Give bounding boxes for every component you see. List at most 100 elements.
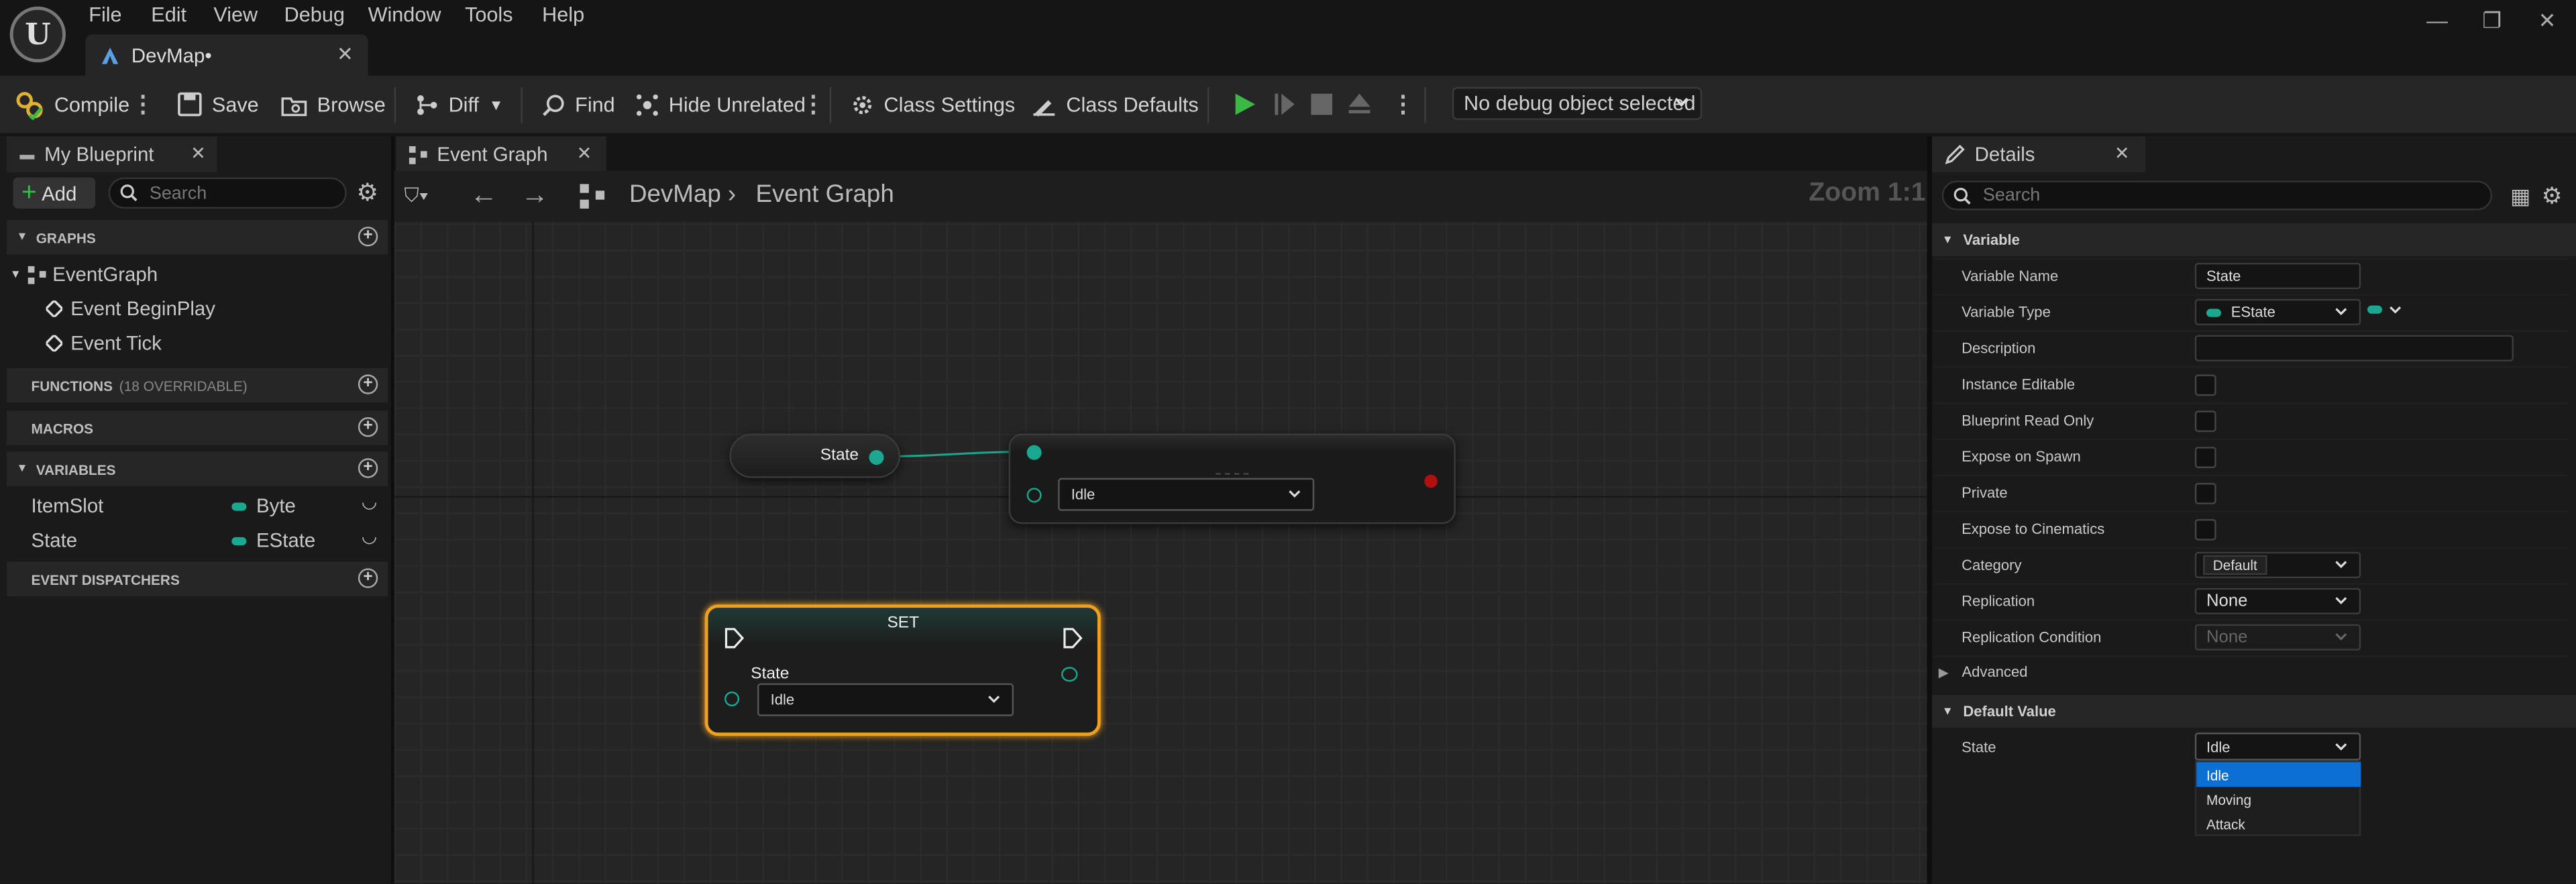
- exec-input-pin-icon[interactable]: [724, 628, 745, 649]
- settings-gear-icon[interactable]: ⚙: [356, 177, 378, 207]
- tab-details[interactable]: Details ✕: [1932, 136, 2146, 173]
- debug-object-select[interactable]: No debug object selected: [1452, 87, 1703, 120]
- add-button[interactable]: + Add: [13, 177, 96, 209]
- set-state-node[interactable]: SET State Idle: [704, 604, 1101, 736]
- expose-on-spawn-checkbox[interactable]: [2194, 447, 2216, 468]
- dropdown-option-idle[interactable]: Idle: [2196, 762, 2361, 787]
- add-dispatcher-icon[interactable]: +: [358, 568, 378, 588]
- replication-select[interactable]: None: [2194, 588, 2361, 614]
- settings-gear-icon[interactable]: ⚙: [2542, 182, 2563, 211]
- menu-debug[interactable]: Debug: [284, 3, 345, 26]
- visibility-eye-icon[interactable]: ◡: [362, 491, 378, 512]
- tree-item-eventgraph[interactable]: ▼ EventGraph: [10, 263, 158, 286]
- variables-section-header[interactable]: ▼ VARIABLES +: [6, 451, 388, 486]
- enum-node[interactable]: Idle: [1008, 433, 1456, 524]
- add-variable-icon[interactable]: +: [358, 458, 378, 478]
- restore-icon[interactable]: ❐: [2482, 8, 2502, 34]
- category-select[interactable]: Default: [2194, 551, 2361, 579]
- variable-section-header[interactable]: ▼ Variable: [1932, 223, 2576, 257]
- hide-unrelated-button[interactable]: Hide Unrelated: [636, 76, 806, 133]
- save-button[interactable]: Save: [177, 76, 259, 133]
- step-icon[interactable]: [1273, 92, 1296, 117]
- input-pin-icon[interactable]: [1026, 488, 1042, 503]
- add-graph-icon[interactable]: +: [358, 226, 378, 247]
- tab-event-graph[interactable]: Event Graph ✕: [396, 136, 606, 173]
- category-value: Default: [2203, 555, 2267, 575]
- event-graph-icon: [409, 145, 427, 164]
- forward-arrow-icon[interactable]: →: [521, 179, 549, 212]
- functions-section-header[interactable]: FUNCTIONS (18 OVERRIDABLE) +: [6, 368, 388, 403]
- table-view-icon[interactable]: ▦: [2510, 184, 2530, 210]
- variable-row-itemslot[interactable]: ItemSlot Byte ◡: [32, 491, 386, 520]
- variable-name-input[interactable]: State: [2194, 262, 2361, 290]
- eject-icon[interactable]: [1347, 92, 1372, 115]
- menu-help[interactable]: Help: [542, 3, 584, 26]
- output-pin-icon[interactable]: [869, 450, 884, 465]
- expose-on-spawn-label: Expose on Spawn: [1962, 448, 2081, 465]
- play-options-icon[interactable]: ⋮: [1391, 91, 1414, 119]
- tree-item-event-beginplay[interactable]: Event BeginPlay: [46, 297, 215, 321]
- class-settings-button[interactable]: Class Settings: [851, 76, 1015, 133]
- dropdown-option-moving[interactable]: Moving: [2196, 787, 2361, 812]
- advanced-section-header[interactable]: ▶ Advanced: [1939, 663, 2028, 679]
- menu-view[interactable]: View: [213, 3, 258, 26]
- expose-to-cinematics-checkbox[interactable]: [2194, 518, 2216, 541]
- default-value-section-label: Default Value: [1963, 703, 2056, 720]
- compile-options-icon[interactable]: ⋮: [131, 91, 154, 119]
- state-default-select[interactable]: Idle: [2194, 732, 2361, 761]
- menu-tools[interactable]: Tools: [465, 3, 513, 26]
- enum-node-combo[interactable]: Idle: [1058, 478, 1315, 511]
- set-node-combo[interactable]: Idle: [757, 683, 1014, 716]
- graphs-section-header[interactable]: ▼ GRAPHS +: [6, 220, 388, 255]
- private-checkbox[interactable]: [2194, 483, 2216, 504]
- compile-button[interactable]: Compile: [15, 76, 129, 133]
- panel-splitter[interactable]: [390, 136, 394, 884]
- blueprint-read-only-checkbox[interactable]: [2194, 410, 2216, 433]
- blueprint-search-input[interactable]: Search: [108, 177, 347, 209]
- default-value-section-header[interactable]: ▼ Default Value: [1932, 694, 2576, 728]
- add-function-icon[interactable]: +: [358, 374, 378, 394]
- hide-unrelated-options-icon[interactable]: ⋮: [802, 91, 824, 119]
- event-dispatchers-section-header[interactable]: EVENT DISPATCHERS +: [6, 561, 388, 596]
- instance-editable-checkbox[interactable]: [2194, 374, 2216, 396]
- close-window-icon[interactable]: ✕: [2538, 8, 2557, 34]
- breadcrumb-root[interactable]: DevMap: [629, 180, 721, 209]
- input-pin-icon[interactable]: [1026, 445, 1042, 460]
- get-state-node[interactable]: State: [729, 433, 901, 478]
- unreal-logo-icon[interactable]: U: [9, 6, 66, 63]
- menu-file[interactable]: File: [89, 3, 121, 26]
- macros-section-header[interactable]: MACROS +: [6, 410, 388, 445]
- bookmark-icon[interactable]: ⛉▾: [404, 184, 428, 209]
- stop-icon[interactable]: [1311, 93, 1333, 115]
- close-tab-icon[interactable]: ✕: [577, 143, 592, 164]
- add-macro-icon[interactable]: +: [358, 417, 378, 437]
- back-arrow-icon[interactable]: ←: [470, 179, 498, 212]
- close-tab-icon[interactable]: ✕: [337, 43, 354, 66]
- output-pin-icon[interactable]: [1424, 474, 1438, 488]
- input-pin-icon[interactable]: [724, 692, 740, 707]
- description-input[interactable]: [2194, 335, 2514, 362]
- play-icon[interactable]: [1234, 92, 1256, 117]
- exec-output-pin-icon[interactable]: [1063, 628, 1083, 649]
- details-search-input[interactable]: Search: [1941, 180, 2493, 211]
- event-graph-canvas[interactable]: State Idle SET State Idle: [394, 170, 1927, 884]
- class-defaults-button[interactable]: Class Defaults: [1032, 76, 1199, 133]
- dropdown-option-attack[interactable]: Attack: [2196, 812, 2361, 836]
- variable-type-select[interactable]: EState: [2194, 298, 2361, 325]
- menu-edit[interactable]: Edit: [151, 3, 186, 26]
- close-panel-icon[interactable]: ✕: [191, 143, 206, 164]
- diff-button[interactable]: Diff ▼: [416, 76, 503, 133]
- browse-button[interactable]: Browse: [281, 76, 386, 133]
- panel-splitter[interactable]: [1927, 136, 1933, 884]
- variable-row-state[interactable]: State EState ◡: [32, 526, 386, 555]
- menu-window[interactable]: Window: [368, 3, 441, 26]
- document-tab-devmap[interactable]: DevMap• ✕: [85, 34, 368, 76]
- minimize-icon[interactable]: —: [2426, 8, 2448, 33]
- find-button[interactable]: Find: [542, 76, 615, 133]
- tab-my-blueprint[interactable]: ▬ My Blueprint ✕: [6, 136, 217, 173]
- close-panel-icon[interactable]: ✕: [2114, 143, 2130, 164]
- visibility-eye-icon[interactable]: ◡: [362, 526, 378, 547]
- container-type-select[interactable]: [2367, 305, 2402, 314]
- tree-item-event-tick[interactable]: Event Tick: [46, 332, 162, 355]
- output-pin-icon[interactable]: [1061, 667, 1078, 682]
